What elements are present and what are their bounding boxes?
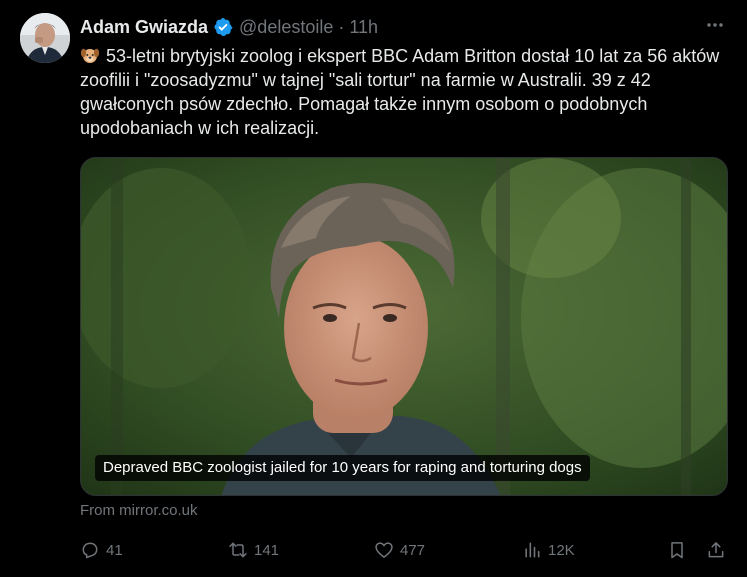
photo-man-in-forest (81, 158, 727, 495)
avatar-image (20, 13, 70, 63)
bookmark-icon (671, 542, 683, 559)
reply-button[interactable]: 41 (80, 537, 123, 563)
tweet-body: 53-letni brytyjski zoolog i ekspert BBC … (80, 46, 720, 138)
heart-icon (375, 542, 393, 558)
repost-icon (229, 542, 247, 558)
verified-badge-icon (213, 17, 233, 37)
share-button[interactable] (706, 537, 732, 563)
timestamp[interactable]: 11h (349, 17, 378, 38)
repost-button[interactable]: 141 (228, 537, 279, 563)
share-icon (708, 542, 724, 558)
card-caption: Depraved BBC zoologist jailed for 10 yea… (95, 455, 590, 481)
author-avatar[interactable] (20, 13, 70, 63)
author-name[interactable]: Adam Gwiazda (80, 17, 208, 38)
reply-count: 41 (106, 541, 123, 559)
bookmark-button[interactable] (667, 537, 693, 563)
views-count: 12K (548, 541, 575, 559)
author-handle[interactable]: @delestoile (239, 17, 333, 38)
views-button[interactable]: 12K (522, 537, 575, 563)
more-options-icon[interactable] (703, 13, 727, 37)
like-button[interactable]: 477 (374, 537, 425, 563)
like-count: 477 (400, 541, 426, 559)
tweet-text: 53-letni brytyjski zoolog i ekspert BBC … (80, 44, 728, 140)
tweet-actions: 41 141 477 12K (80, 537, 728, 563)
link-card-image[interactable]: Depraved BBC zoologist jailed for 10 yea… (80, 157, 728, 496)
repost-count: 141 (254, 541, 280, 559)
tweet-header: Adam Gwiazda @delestoile · 11h (80, 15, 727, 39)
dog-face-emoji-icon (80, 45, 100, 65)
card-source[interactable]: From mirror.co.uk (80, 502, 198, 519)
reply-icon (82, 542, 98, 559)
views-chart-icon (525, 542, 540, 558)
separator-dot: · (338, 16, 345, 37)
